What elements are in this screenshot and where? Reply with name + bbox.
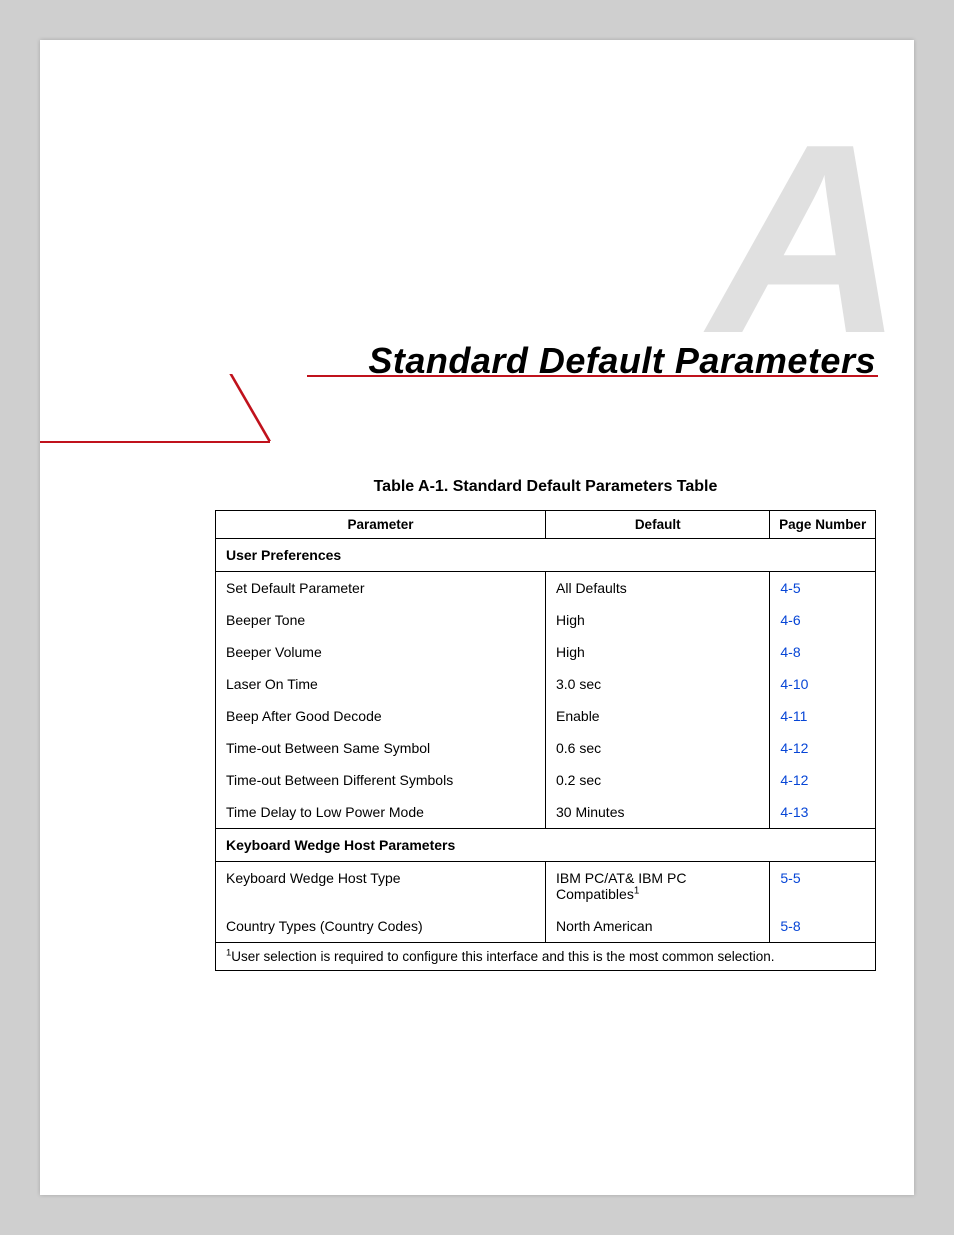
col-header-default: Default: [546, 511, 770, 539]
appendix-letter: A: [709, 105, 904, 375]
table-footnote: 1User selection is required to configure…: [216, 943, 876, 971]
table-row: Laser On Time 3.0 sec 4-10: [216, 668, 876, 700]
cell-parameter: Time-out Between Different Symbols: [216, 764, 546, 796]
cell-default: 3.0 sec: [546, 668, 770, 700]
cell-default: IBM PC/AT& IBM PC Compatibles1: [546, 862, 770, 911]
table-row: Beeper Tone High 4-6: [216, 604, 876, 636]
col-header-page: Page Number: [770, 511, 876, 539]
table-caption: Table A-1. Standard Default Parameters T…: [215, 478, 876, 496]
page-link[interactable]: 4-12: [780, 772, 808, 788]
page-link[interactable]: 5-5: [780, 870, 800, 886]
cell-default: Enable: [546, 700, 770, 732]
parameters-table: Parameter Default Page Number User Prefe…: [215, 510, 876, 971]
cell-parameter: Time-out Between Same Symbol: [216, 732, 546, 764]
page-link[interactable]: 4-5: [780, 580, 800, 596]
table-row: Keyboard Wedge Host Type IBM PC/AT& IBM …: [216, 862, 876, 911]
cell-default: North American: [546, 910, 770, 943]
divider-line: [480, 375, 878, 377]
cell-parameter: Beeper Volume: [216, 636, 546, 668]
page-link[interactable]: 4-12: [780, 740, 808, 756]
cell-parameter: Keyboard Wedge Host Type: [216, 862, 546, 911]
cell-default: High: [546, 604, 770, 636]
cell-default: 0.2 sec: [546, 764, 770, 796]
section-heading: Keyboard Wedge Host Parameters: [216, 829, 876, 862]
page-link[interactable]: 5-8: [780, 918, 800, 934]
table-row: Beep After Good Decode Enable 4-11: [216, 700, 876, 732]
page-link[interactable]: 4-13: [780, 804, 808, 820]
cell-default: All Defaults: [546, 572, 770, 605]
cell-default: 30 Minutes: [546, 796, 770, 829]
cell-parameter: Beeper Tone: [216, 604, 546, 636]
page-link[interactable]: 4-8: [780, 644, 800, 660]
col-header-parameter: Parameter: [216, 511, 546, 539]
divider-line: [307, 375, 480, 377]
table-row: Time-out Between Different Symbols 0.2 s…: [216, 764, 876, 796]
section-heading: User Preferences: [216, 539, 876, 572]
table-row: Time Delay to Low Power Mode 30 Minutes …: [216, 796, 876, 829]
page-link[interactable]: 4-11: [780, 708, 807, 724]
cell-default: 0.6 sec: [546, 732, 770, 764]
footnote-marker: 1: [634, 885, 639, 896]
cell-default: High: [546, 636, 770, 668]
page-link[interactable]: 4-10: [780, 676, 808, 692]
table-row: Time-out Between Same Symbol 0.6 sec 4-1…: [216, 732, 876, 764]
cell-parameter: Country Types (Country Codes): [216, 910, 546, 943]
table-row: Country Types (Country Codes) North Amer…: [216, 910, 876, 943]
divider-line: [40, 441, 270, 443]
table-row: Beeper Volume High 4-8: [216, 636, 876, 668]
table-row: Set Default Parameter All Defaults 4-5: [216, 572, 876, 605]
cell-parameter: Laser On Time: [216, 668, 546, 700]
cell-parameter: Set Default Parameter: [216, 572, 546, 605]
cell-parameter: Time Delay to Low Power Mode: [216, 796, 546, 829]
page-link[interactable]: 4-6: [780, 612, 800, 628]
divider-line: [229, 374, 271, 441]
cell-parameter: Beep After Good Decode: [216, 700, 546, 732]
